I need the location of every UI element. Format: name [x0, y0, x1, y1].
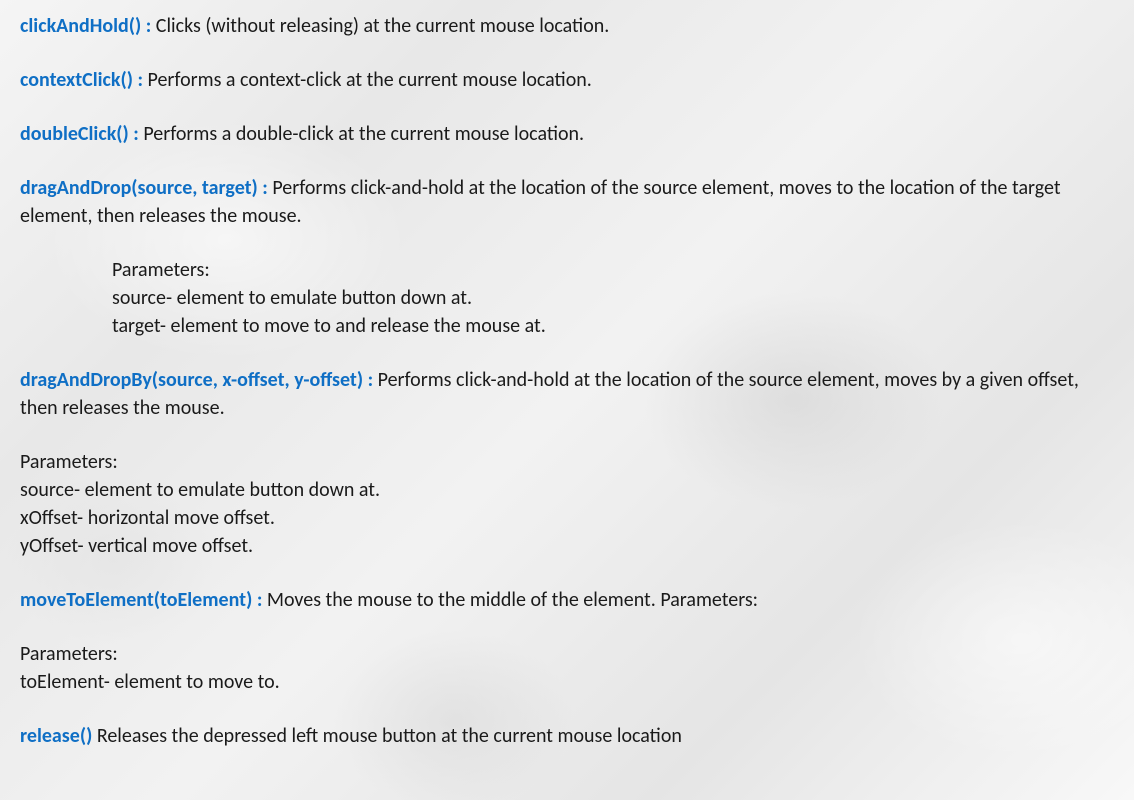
method-entry-contextclick: contextClick() : Performs a context-clic… — [20, 66, 1114, 94]
parameters-block: Parameters: source- element to emulate b… — [20, 448, 1114, 560]
parameter-item: xOffset- horizontal move offset. — [20, 504, 1114, 532]
parameter-item: source- element to emulate button down a… — [112, 284, 1114, 312]
documentation-content: clickAndHold() : Clicks (without releasi… — [20, 12, 1114, 750]
method-description: Clicks (without releasing) at the curren… — [151, 14, 609, 38]
method-name: doubleClick() : — [20, 122, 139, 146]
method-entry-clickandhold: clickAndHold() : Clicks (without releasi… — [20, 12, 1114, 40]
method-entry-draganddrop: dragAndDrop(source, target) : Performs c… — [20, 174, 1114, 340]
method-entry-movetoelement: moveToElement(toElement) : Moves the mou… — [20, 586, 1114, 696]
method-entry-release: release() Releases the depressed left mo… — [20, 722, 1114, 750]
method-entry-doubleclick: doubleClick() : Performs a double-click … — [20, 120, 1114, 148]
parameters-header: Parameters: — [112, 256, 1114, 284]
parameters-block: Parameters: toElement- element to move t… — [20, 640, 1114, 696]
parameters-header: Parameters: — [20, 448, 1114, 476]
parameter-item: target- element to move to and release t… — [112, 312, 1114, 340]
method-name: clickAndHold() : — [20, 14, 151, 38]
method-name: moveToElement(toElement) : — [20, 588, 262, 612]
parameter-item: toElement- element to move to. — [20, 668, 1114, 696]
method-description: Performs a context-click at the current … — [143, 68, 592, 92]
parameters-block: Parameters: source- element to emulate b… — [20, 256, 1114, 340]
method-name: contextClick() : — [20, 68, 143, 92]
method-entry-draganddropby: dragAndDropBy(source, x-offset, y-offset… — [20, 366, 1114, 560]
parameter-item: source- element to emulate button down a… — [20, 476, 1114, 504]
method-description: Releases the depressed left mouse button… — [92, 724, 682, 748]
method-description: Moves the mouse to the middle of the ele… — [262, 588, 758, 612]
method-description: Performs a double-click at the current m… — [139, 122, 584, 146]
method-name: dragAndDrop(source, target) : — [20, 176, 268, 200]
parameter-item: yOffset- vertical move offset. — [20, 532, 1114, 560]
method-name: dragAndDropBy(source, x-offset, y-offset… — [20, 368, 373, 392]
method-name: release() — [20, 724, 92, 748]
parameters-header: Parameters: — [20, 640, 1114, 668]
